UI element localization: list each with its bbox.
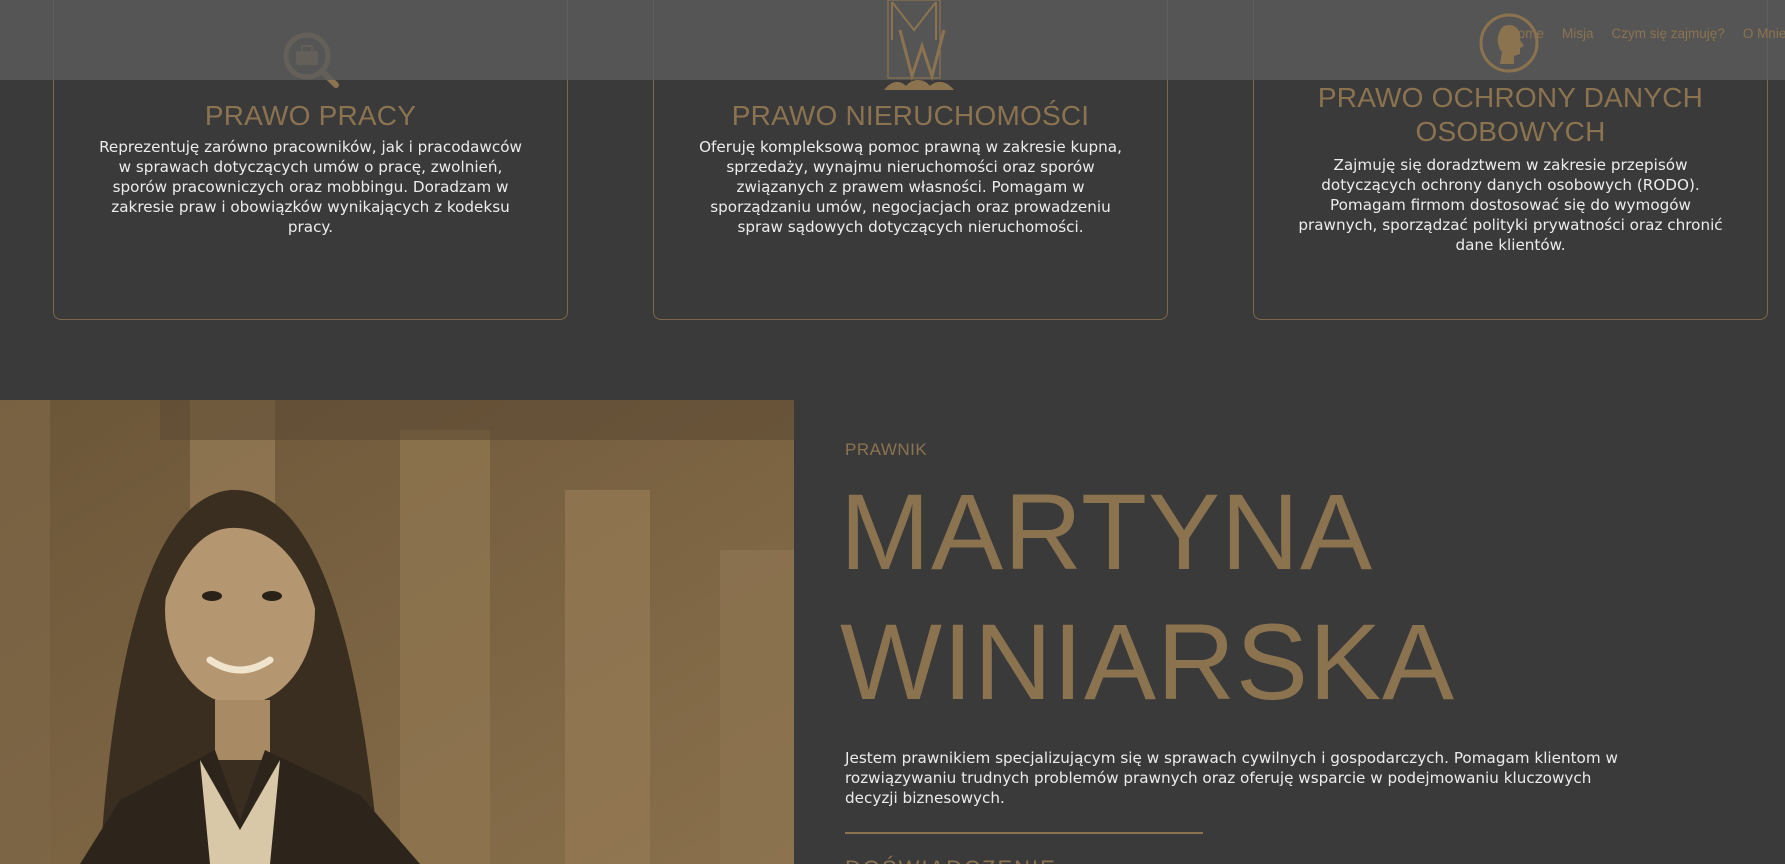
nav-mission[interactable]: Misja: [1562, 26, 1594, 41]
service-description: Zajmuję się doradztwem w zakresie przepi…: [1298, 156, 1723, 254]
site-header: Home Misja Czym się zajmuję? O Mnie: [0, 0, 1785, 90]
nav-home[interactable]: Home: [1508, 26, 1544, 41]
divider: [845, 832, 1203, 834]
head-profile-icon: [1478, 12, 1540, 78]
mw-monogram-logo[interactable]: [878, 0, 960, 96]
profile-role: PRAWNIK: [845, 440, 928, 459]
lawyer-photo: [0, 400, 794, 864]
service-description: Oferuję kompleksową pomoc prawną w zakre…: [699, 138, 1122, 236]
profile-bio: Jestem prawnikiem specjalizującym się w …: [845, 749, 1618, 807]
main-nav: Home Misja Czym się zajmuję? O Mnie: [1508, 26, 1785, 41]
service-title: PRAWO NIERUCHOMOŚCI: [731, 100, 1090, 131]
profile-last-name: WINIARSKA: [840, 601, 1456, 722]
experience-heading: DOŚWIADCZENIE: [845, 856, 1057, 864]
service-description: Reprezentuję zarówno pracowników, jak i …: [99, 138, 522, 236]
profile-first-name: MARTYNA: [840, 471, 1374, 592]
service-title: PRAWO OCHRONY DANYCH OSOBOWYCH: [1317, 82, 1704, 147]
nav-services[interactable]: Czym się zajmuję?: [1612, 26, 1725, 41]
nav-about[interactable]: O Mnie: [1743, 26, 1785, 41]
service-title: PRAWO PRACY: [204, 100, 417, 131]
